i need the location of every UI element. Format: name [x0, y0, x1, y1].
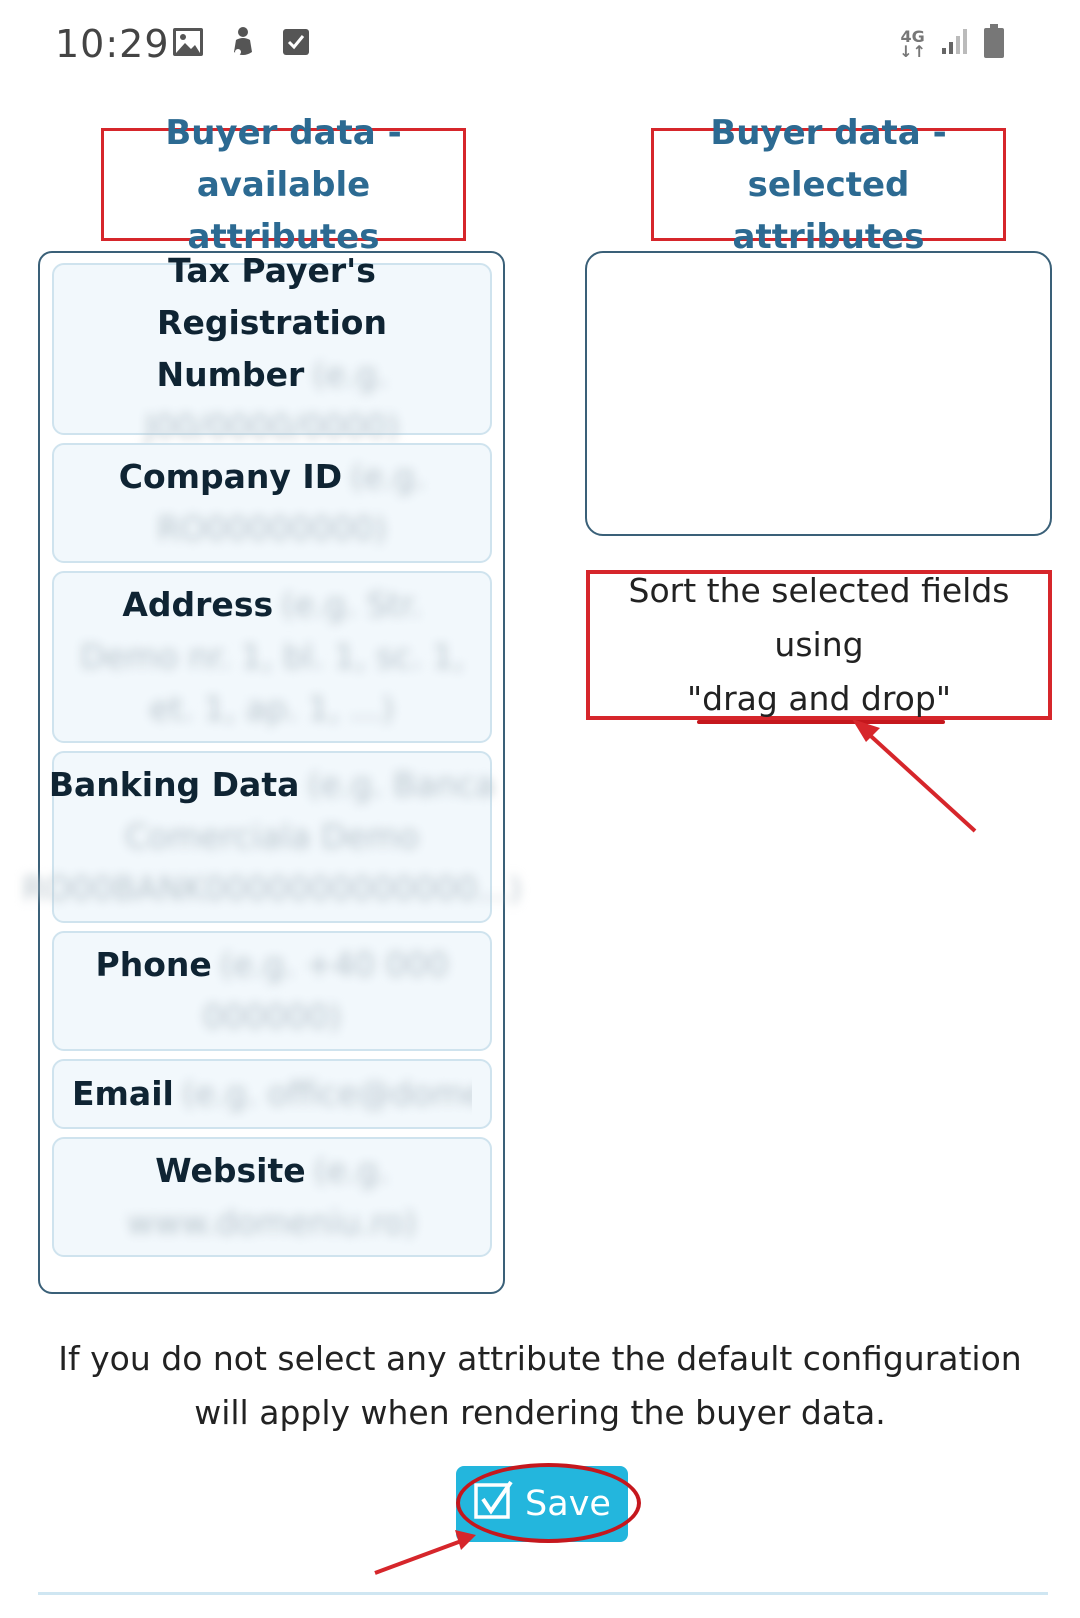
attribute-card-company-id[interactable]: Company ID (e.g. RO00000000)	[52, 443, 492, 563]
sort-hint-line2-wrap: "drag and drop"	[687, 672, 951, 726]
attribute-card-banking-data[interactable]: Banking Data (e.g. Banca Comerciala Demo …	[22, 751, 522, 923]
attribute-card-tax-number[interactable]: Tax Payer's Registration Number (e.g. J00…	[52, 251, 492, 446]
image-icon	[172, 27, 204, 62]
available-attributes-list: Tax Payer's Registration Number (e.g. J00…	[22, 251, 522, 1294]
status-time: 10:29	[55, 22, 170, 66]
selected-attributes-title: Buyer data - selected attributes	[651, 113, 1006, 257]
annotation-arrow-sort	[852, 719, 977, 833]
checkbox-icon	[282, 27, 310, 62]
attribute-card-website[interactable]: Website (e.g. www.domeniu.ro)	[52, 1137, 492, 1257]
attribute-card-address[interactable]: Address (e.g. Str. Demo nr. 1, bl. 1, sc.…	[52, 571, 492, 743]
checkbox-check-icon	[473, 1479, 515, 1530]
attribute-label: Company ID	[118, 457, 343, 496]
signal-icon	[940, 26, 970, 61]
save-button[interactable]: Save	[456, 1466, 628, 1542]
attribute-card-phone[interactable]: Phone (e.g. +40 000 000000)	[52, 931, 492, 1051]
attribute-hint: (e.g. +40 000 000000)	[202, 945, 449, 1036]
sort-hint-line2: "drag and drop"	[686, 679, 952, 718]
attribute-label: Email	[72, 1074, 174, 1113]
attribute-label: Phone	[95, 945, 212, 984]
attribute-label: Website	[155, 1151, 306, 1190]
network-4g-icon: 4G ↓↑	[899, 26, 926, 61]
sort-hint-line1: Sort the selected fields using	[628, 571, 1010, 664]
selected-attributes-dropzone[interactable]	[585, 251, 1052, 536]
default-config-note: If you do not select any attribute the d…	[58, 1339, 1022, 1432]
status-bar: 10:29 4G ↓↑	[0, 0, 1080, 90]
save-label: Save	[525, 1484, 611, 1524]
annotation-underline	[696, 720, 946, 724]
attribute-hint: (e.g. office@domeniu.ro)	[181, 1074, 472, 1113]
bottom-divider	[38, 1592, 1048, 1595]
figure-icon	[228, 26, 258, 63]
attribute-label: Address	[122, 585, 274, 624]
sort-hint: Sort the selected fields using "drag and…	[586, 570, 1052, 724]
attribute-card-email[interactable]: Email(e.g. office@domeniu.ro)	[52, 1059, 492, 1129]
attribute-label: Banking Data	[48, 765, 300, 804]
battery-icon	[984, 24, 1004, 63]
notification-icons	[172, 26, 310, 63]
available-attributes-title: Buyer data - available attributes	[101, 113, 466, 257]
system-icons: 4G ↓↑	[899, 24, 1004, 63]
